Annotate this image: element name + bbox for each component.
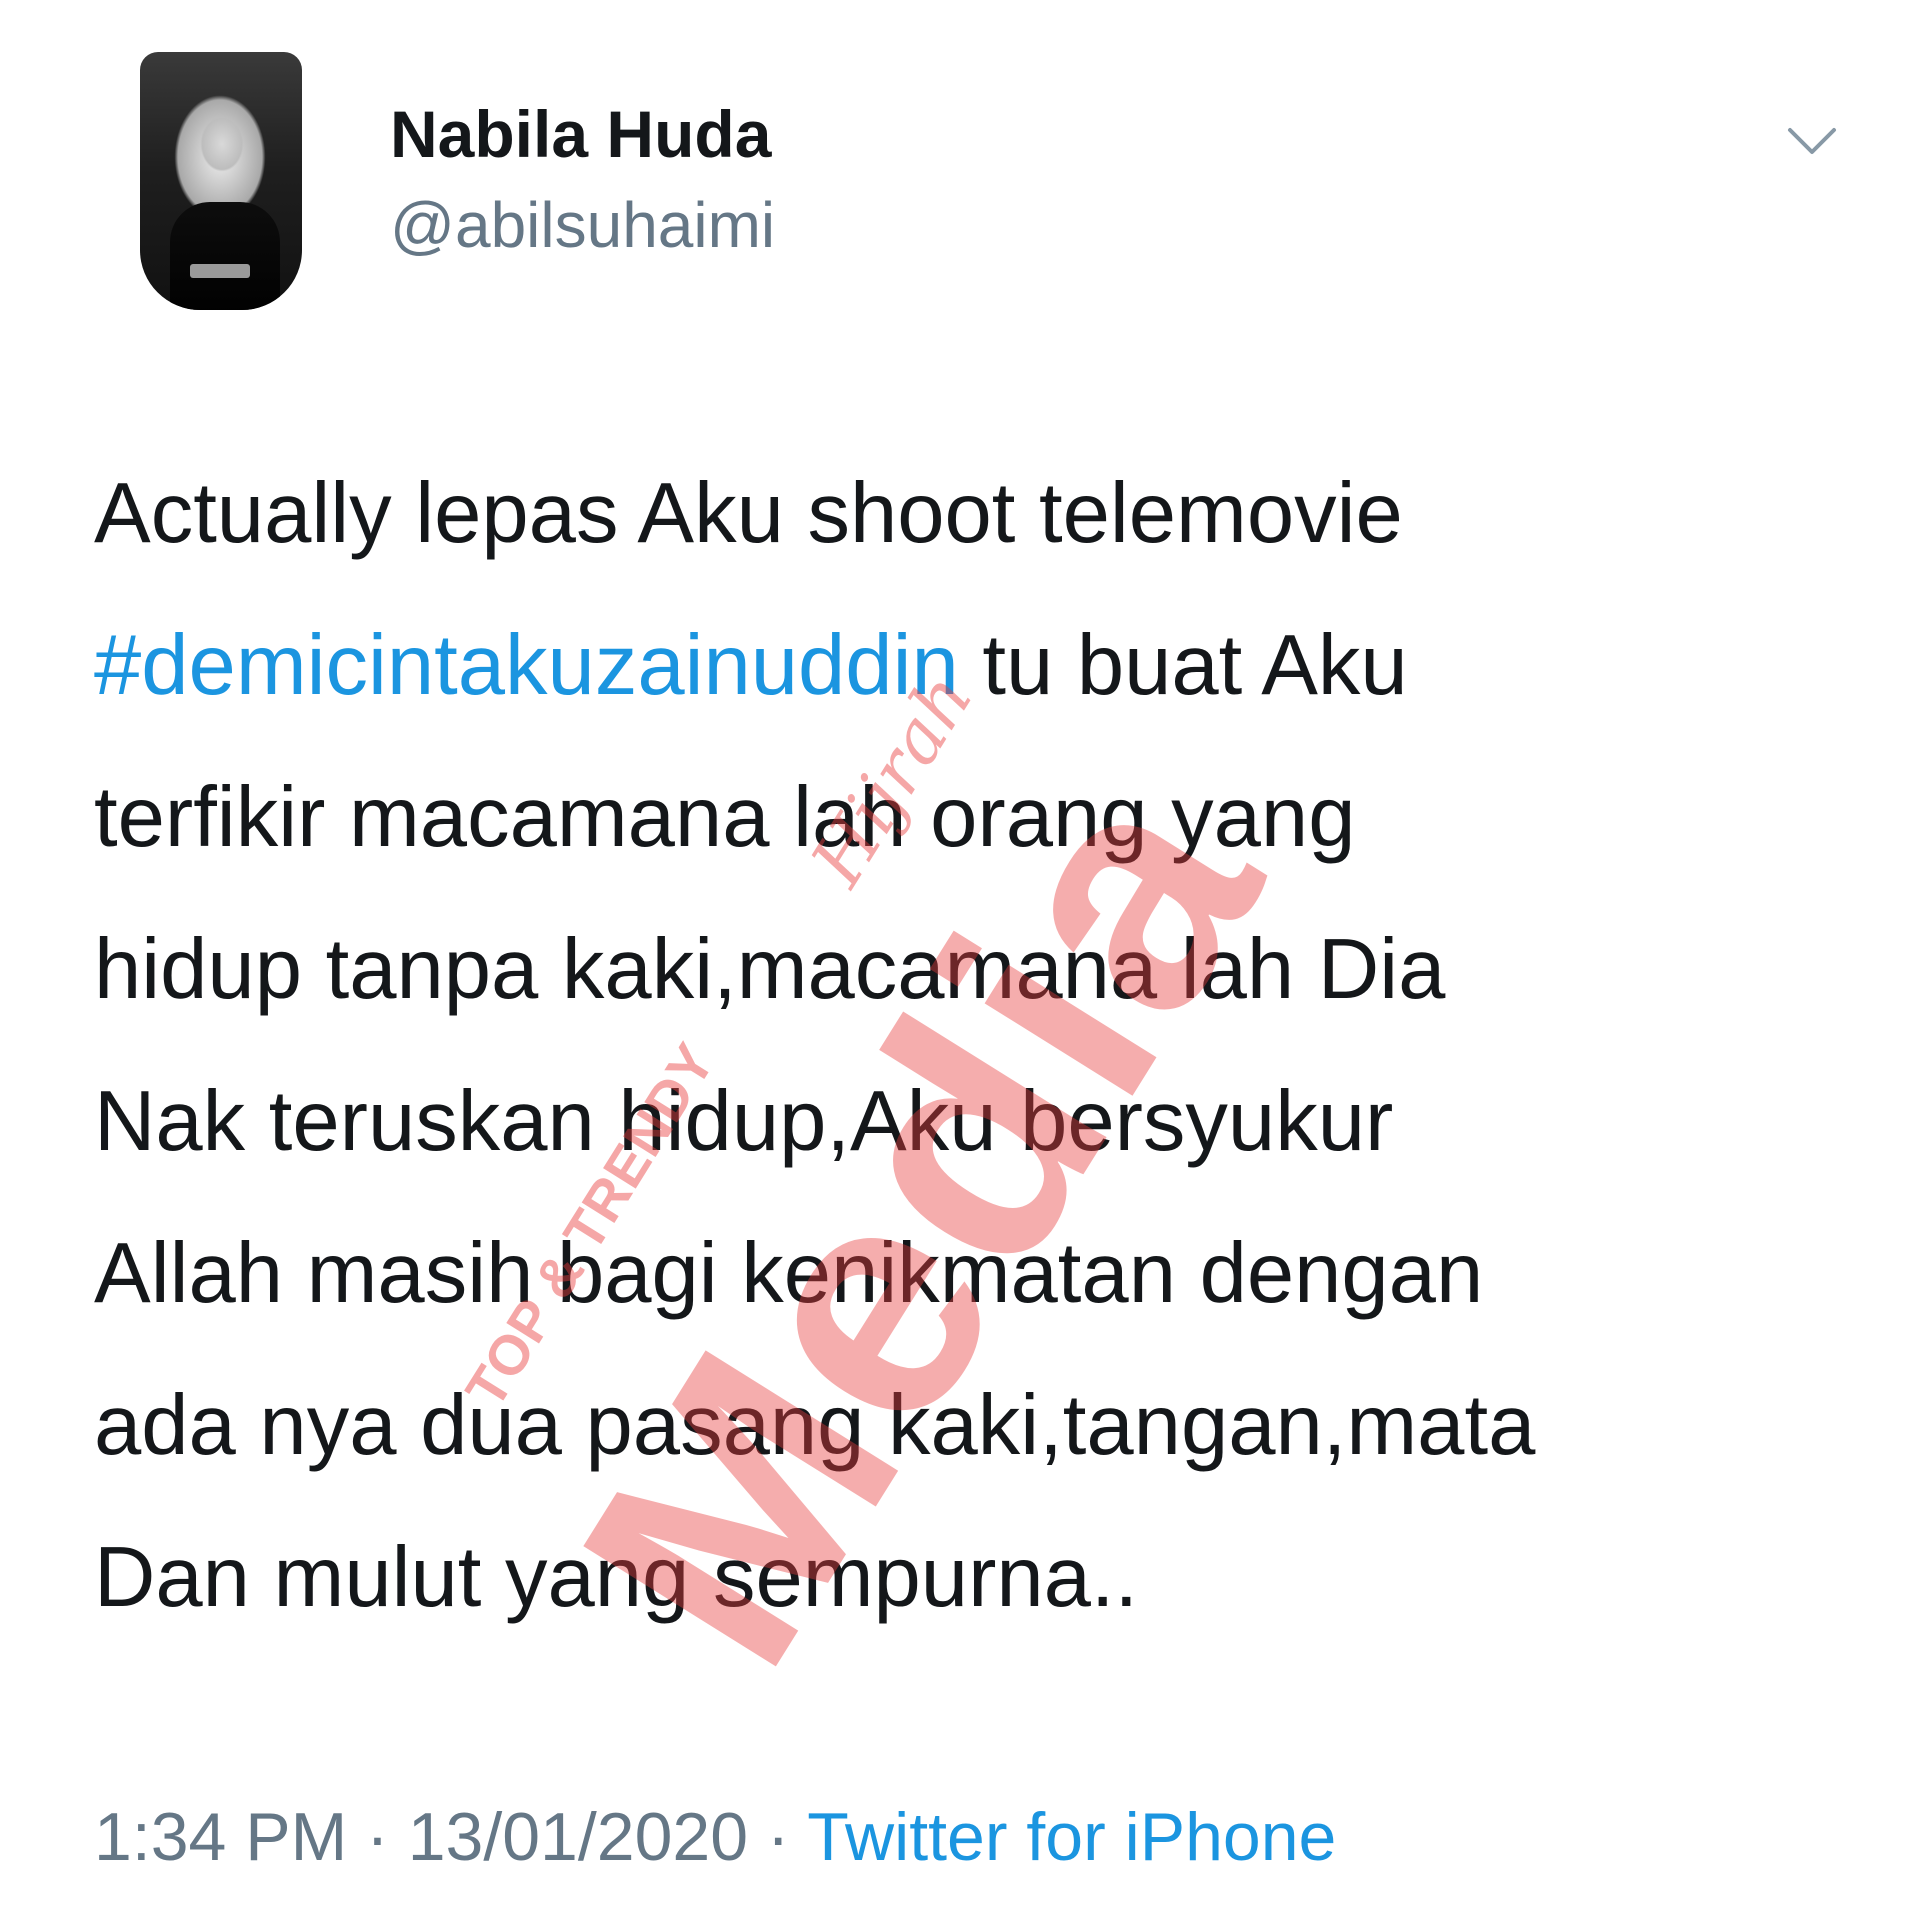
user-handle[interactable]: @abilsuhaimi: [390, 188, 775, 262]
tweet-line: Allah masih bagi kenikmatan dengan: [94, 1226, 1484, 1321]
avatar[interactable]: [140, 52, 302, 310]
avatar-detail: [190, 264, 250, 278]
tweet-line: Dan mulut yang sempurna..: [94, 1530, 1139, 1625]
tweet-line: Nak teruskan hidup,Aku bersyukur: [94, 1074, 1394, 1169]
chevron-down-icon[interactable]: [1784, 112, 1840, 168]
tweet-line: ada nya dua pasang kaki,tangan,mata: [94, 1378, 1536, 1473]
hashtag-link[interactable]: #demicintakuzainuddin: [94, 618, 959, 713]
tweet-source-link[interactable]: Twitter for iPhone: [807, 1799, 1336, 1875]
tweet-line-text: tu buat Aku: [958, 618, 1408, 713]
tweet-date[interactable]: 13/01/2020: [408, 1799, 748, 1875]
tweet-card: Nabila Huda @abilsuhaimi Actually lepas …: [0, 0, 1920, 1920]
tweet-text: Actually lepas Aku shoot telemovie #demi…: [94, 438, 1874, 1654]
tweet-line: hidup tanpa kaki,macamana lah Dia: [94, 922, 1446, 1017]
meta-separator: ·: [347, 1799, 408, 1875]
tweet-line: Actually lepas Aku shoot telemovie: [94, 466, 1403, 561]
tweet-metadata: 1:34 PM · 13/01/2020 · Twitter for iPhon…: [94, 1798, 1336, 1876]
tweet-line: #demicintakuzainuddin tu buat Aku: [94, 590, 1874, 742]
display-name[interactable]: Nabila Huda: [390, 96, 771, 172]
meta-separator: ·: [748, 1799, 808, 1875]
tweet-line: terfikir macamana lah orang yang: [94, 770, 1356, 865]
tweet-time[interactable]: 1:34 PM: [94, 1799, 347, 1875]
